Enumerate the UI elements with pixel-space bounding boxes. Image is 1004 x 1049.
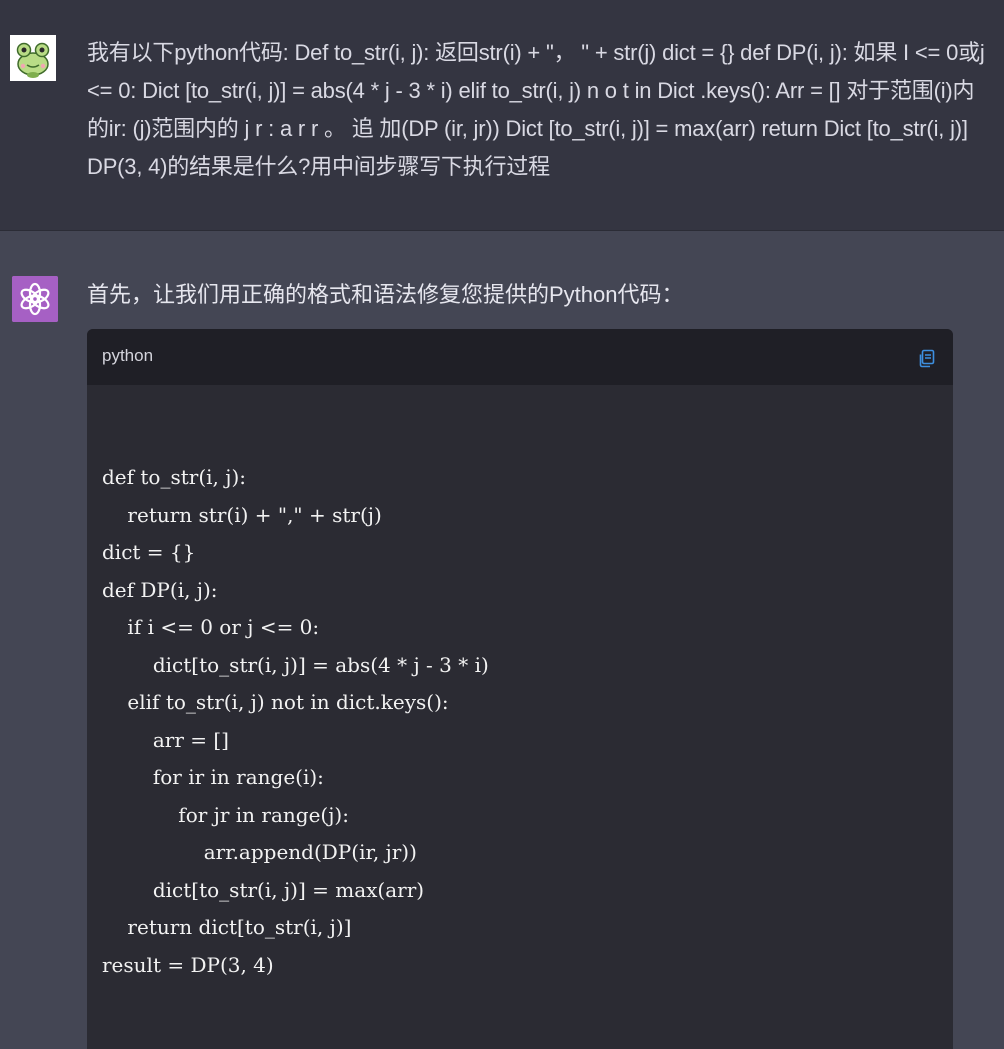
- openai-logo-icon: [12, 276, 58, 322]
- code-block: python def to_str(i, j): return str(i) +…: [87, 329, 953, 1049]
- code-language-label: python: [102, 346, 154, 365]
- code-content: def to_str(i, j): return str(i) + "," + …: [102, 459, 489, 984]
- code-line: arr = []: [102, 727, 229, 752]
- copy-icon: [919, 349, 935, 368]
- assistant-intro-text: 首先，让我们用正确的格式和语法修复您提供的Python代码：: [87, 282, 684, 307]
- assistant-message: 首先，让我们用正确的格式和语法修复您提供的Python代码： python de…: [0, 231, 1004, 1049]
- code-line: for ir in range(i):: [102, 765, 324, 789]
- user-message: 我有以下python代码: Def to_str(i, j): 返回str(i)…: [0, 0, 1004, 231]
- code-line: if i <= 0 or j <= 0:: [102, 615, 320, 639]
- code-line: return dict[to_str(i, j)]: [102, 915, 352, 939]
- code-line: dict = {}: [102, 540, 196, 564]
- code-line: arr.append(DP(ir, jr)): [102, 840, 417, 864]
- code-line: def DP(i, j):: [102, 577, 218, 602]
- frog-avatar-icon: [10, 35, 56, 81]
- copy-code-button[interactable]: [915, 346, 939, 370]
- code-line: for jr in range(j):: [102, 802, 349, 827]
- code-line: dict[to_str(i, j)] = abs(4 * j - 3 * i): [102, 652, 489, 677]
- code-line: return str(i) + "," + str(j): [102, 502, 382, 527]
- code-line: dict[to_str(i, j)] = max(arr): [102, 877, 425, 902]
- code-line: def to_str(i, j):: [102, 465, 246, 489]
- code-block-header: python: [87, 329, 953, 385]
- code-line: elif to_str(i, j) not in dict.keys():: [102, 690, 449, 714]
- code-line: result = DP(3, 4): [102, 952, 274, 977]
- user-message-text: 我有以下python代码: Def to_str(i, j): 返回str(i)…: [87, 40, 985, 179]
